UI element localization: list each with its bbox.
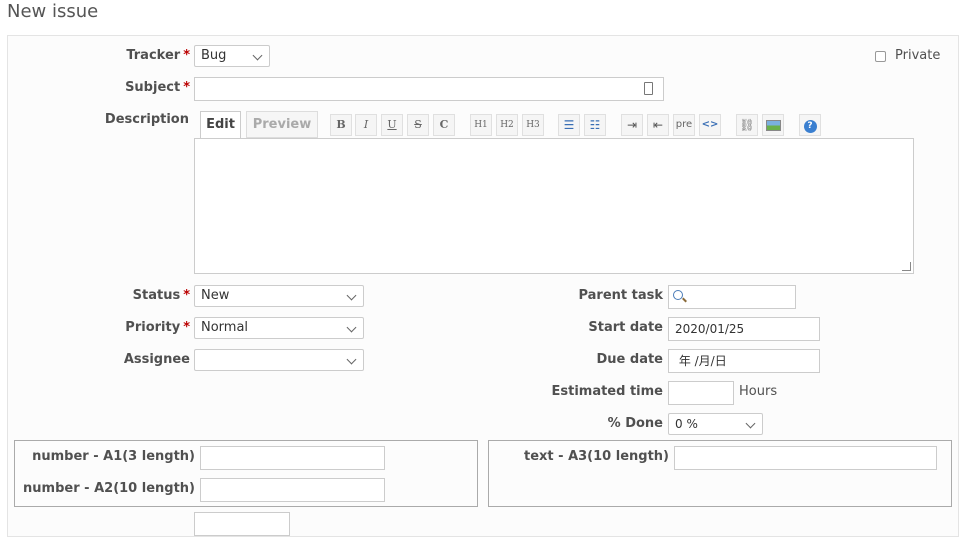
chevron-down-icon [252,50,263,61]
page-title: New issue [7,1,99,22]
heading2-button[interactable]: H2 [496,114,518,136]
parent-task-input[interactable] [668,285,796,309]
ordered-list-button[interactable]: ☷ [584,114,606,136]
priority-select[interactable]: Normal [194,317,364,339]
unordered-list-button[interactable]: ☰ [558,114,580,136]
estimated-time-label: Estimated time [551,384,663,399]
next-field-input[interactable] [194,512,290,536]
description-label: Description [104,112,189,127]
outdent-icon: ⇤ [652,118,664,132]
due-date-input[interactable]: 年 /月/日 [668,349,820,373]
priority-label: Priority * [125,320,190,335]
field-a1-label: number - A1(3 length) [32,449,195,464]
resize-handle[interactable] [902,262,911,271]
numbered-list-icon: ☷ [589,118,601,132]
subject-label: Subject * [125,80,190,95]
heading3-button[interactable]: H3 [522,114,544,136]
image-button[interactable] [762,114,784,136]
indent-button[interactable]: ⇥ [621,114,643,136]
search-icon-handle [682,297,687,303]
start-date-input[interactable]: 2020/01/25 [668,317,820,341]
chevron-down-icon [745,418,756,429]
done-ratio-select[interactable]: 0 % [668,413,763,435]
hours-unit-label: Hours [739,384,778,399]
due-date-label: Due date [596,352,664,367]
tab-preview[interactable]: Preview [246,111,318,138]
outdent-button[interactable]: ⇤ [647,114,669,136]
private-label: Private [895,48,941,63]
help-button[interactable]: ? [799,114,821,136]
code-highlight-button[interactable]: <> [699,114,721,136]
field-a2-input[interactable] [200,478,385,502]
bullet-list-icon: ☰ [563,118,575,132]
chevron-down-icon [346,354,357,365]
field-a3-input[interactable] [674,446,937,470]
start-date-label: Start date [588,320,663,335]
code-button[interactable]: C [433,114,455,136]
underline-button[interactable]: U [381,114,403,136]
chevron-down-icon [346,290,357,301]
field-a1-input[interactable] [200,446,385,470]
description-textarea[interactable] [194,138,914,274]
keyboard-icon [644,82,653,95]
tab-edit[interactable]: Edit [200,111,241,138]
assignee-select[interactable] [194,349,364,371]
link-icon: ⛓ [739,118,755,132]
assignee-label: Assignee [123,352,190,367]
parent-task-label: Parent task [578,288,663,303]
tracker-select[interactable]: Bug [194,45,270,67]
private-checkbox[interactable] [875,51,886,62]
done-ratio-label: % Done [607,416,663,431]
bold-button[interactable]: B [330,114,352,136]
field-a3-label: text - A3(10 length) [524,449,669,464]
strikethrough-button[interactable]: S [407,114,429,136]
estimated-time-input[interactable] [668,381,734,405]
subject-input[interactable] [194,77,664,101]
tracker-label: Tracker * [126,48,190,63]
italic-button[interactable]: I [355,114,377,136]
help-icon: ? [803,120,817,133]
field-a2-label: number - A2(10 length) [23,481,195,496]
indent-icon: ⇥ [626,118,638,132]
heading1-button[interactable]: H1 [470,114,492,136]
chevron-down-icon [346,322,357,333]
status-select[interactable]: New [194,285,364,307]
status-label: Status * [132,288,190,303]
wiki-link-button[interactable]: ⛓ [736,114,758,136]
preformatted-button[interactable]: pre [673,114,695,136]
image-icon [765,120,781,131]
